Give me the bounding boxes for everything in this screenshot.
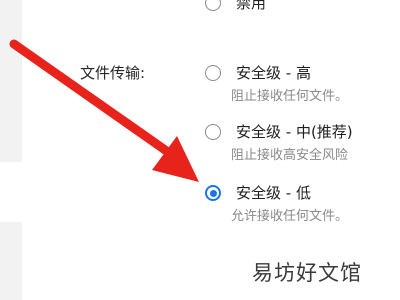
annotation-arrow-icon — [9, 39, 199, 182]
watermark-text: 易坊好文馆 — [252, 261, 362, 285]
